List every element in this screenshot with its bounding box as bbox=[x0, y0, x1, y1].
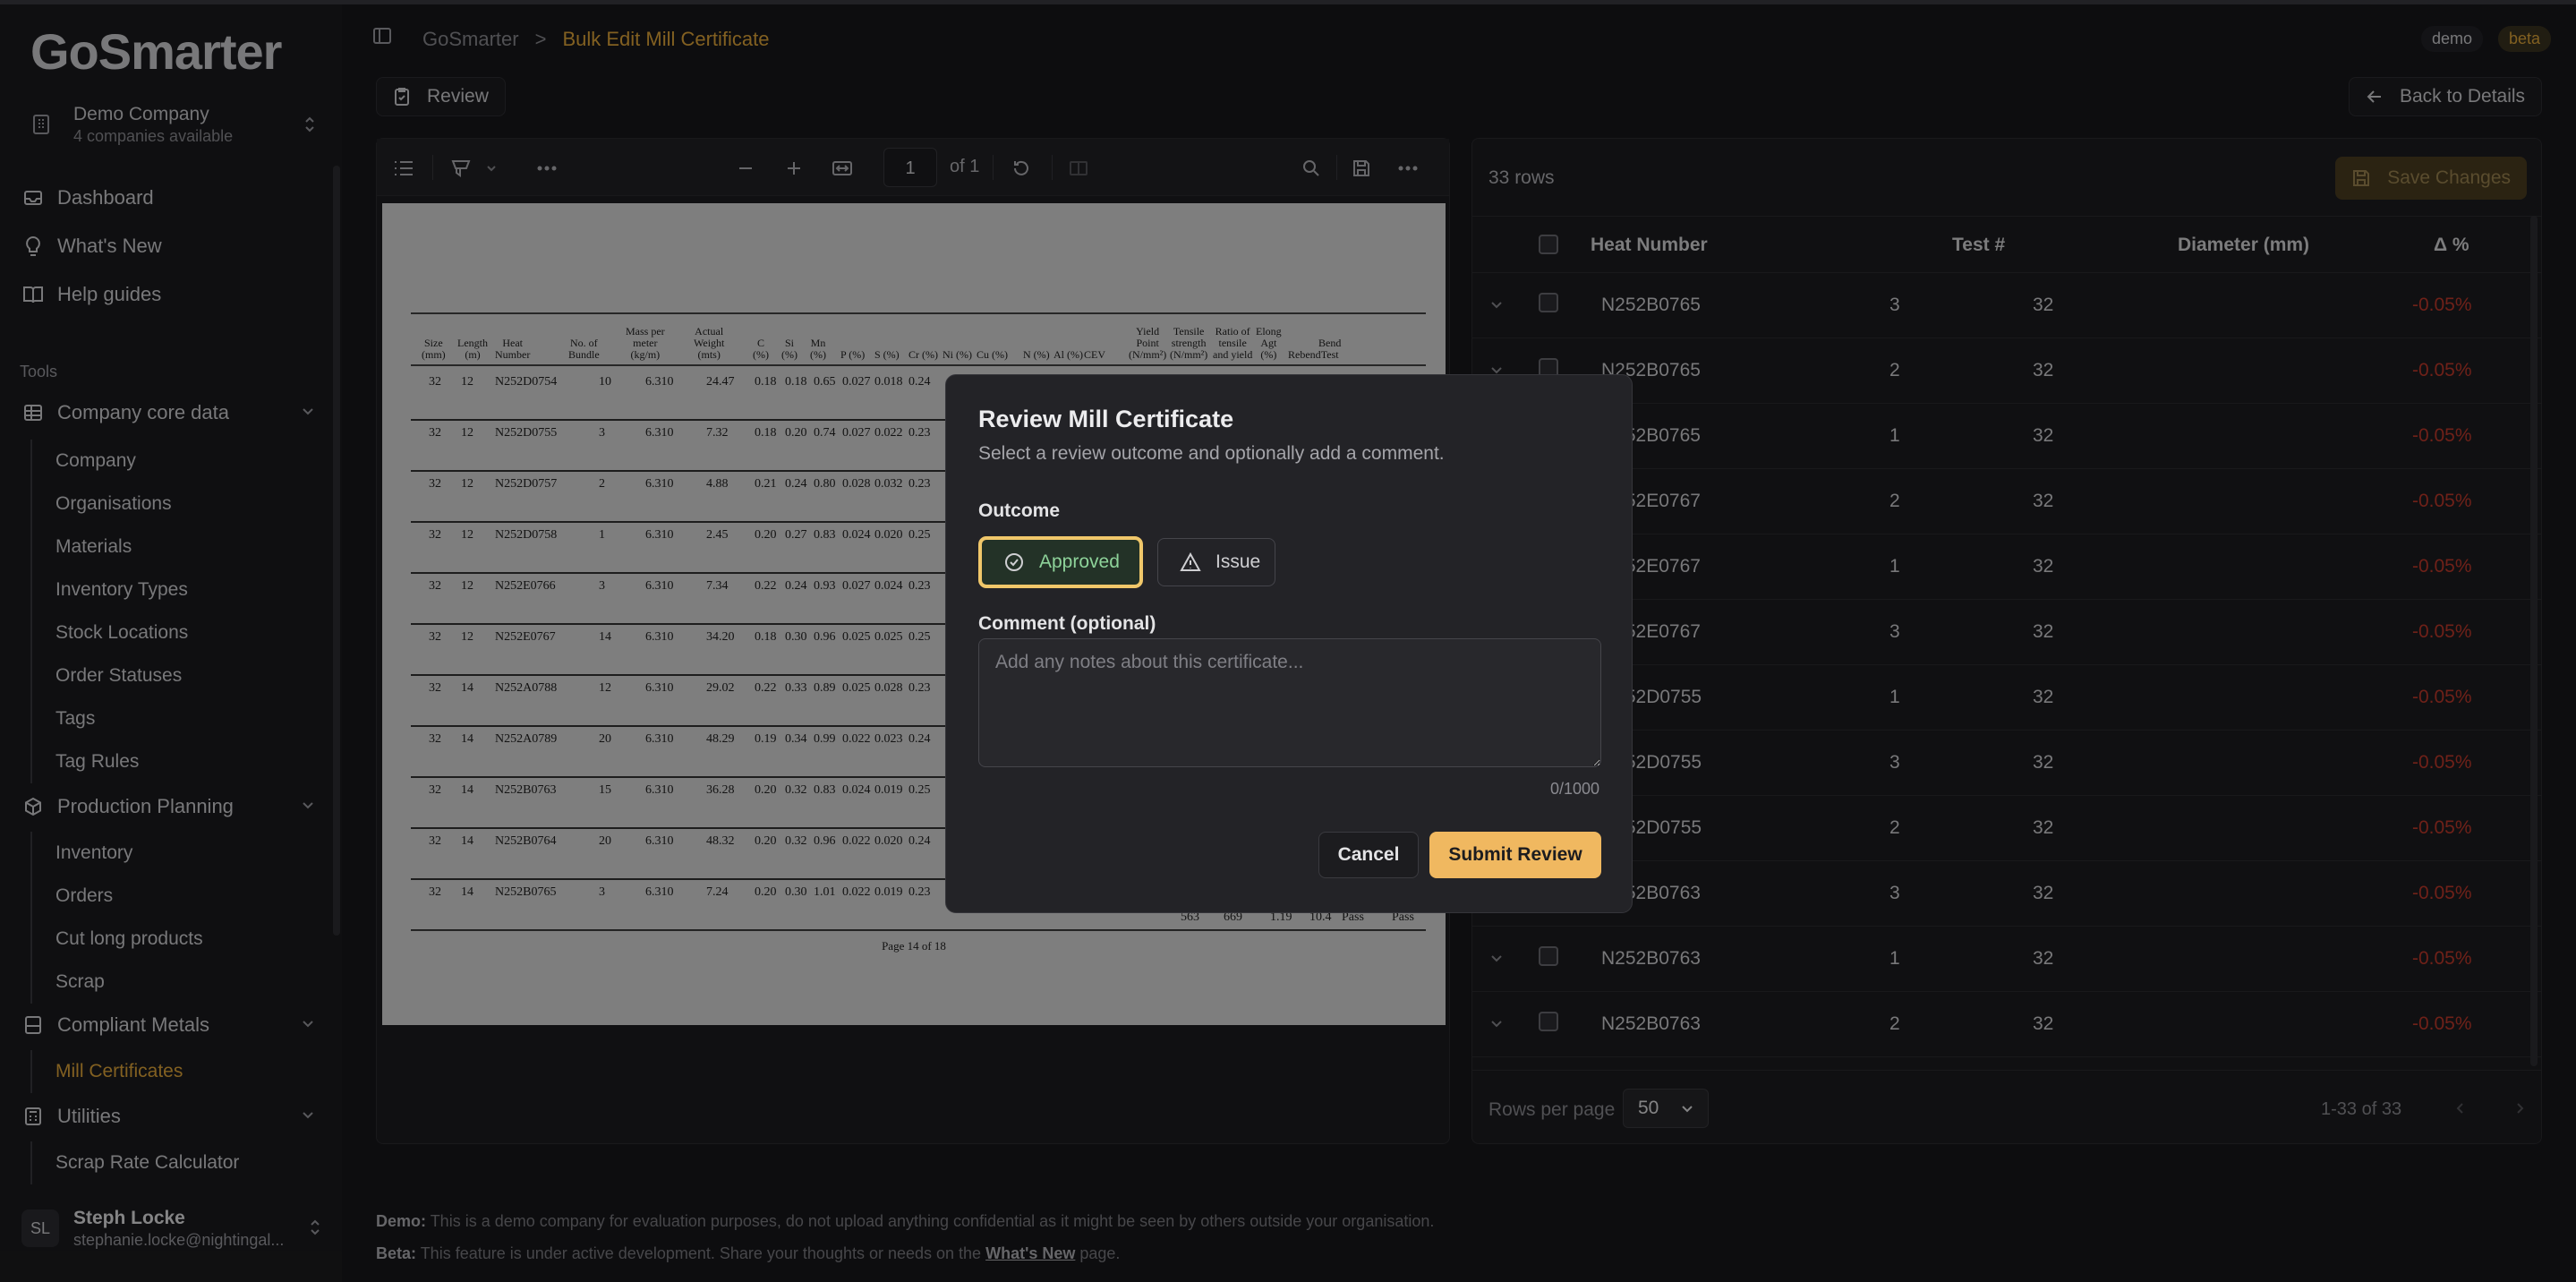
submit-review-button[interactable]: Submit Review bbox=[1429, 832, 1601, 878]
dialog-title: Review Mill Certificate bbox=[978, 406, 1234, 432]
alert-triangle-icon bbox=[1180, 552, 1201, 572]
check-circle-icon bbox=[1003, 551, 1025, 573]
cancel-button[interactable]: Cancel bbox=[1318, 832, 1419, 878]
dialog-description: Select a review outcome and optionally a… bbox=[978, 443, 1445, 464]
comment-textarea[interactable] bbox=[978, 638, 1601, 767]
outcome-approved-option[interactable]: Approved bbox=[978, 536, 1143, 588]
comment-char-count: 0/1000 bbox=[1549, 780, 1599, 798]
outcome-issue-option[interactable]: Issue bbox=[1157, 538, 1275, 586]
outcome-label: Outcome bbox=[978, 500, 1061, 521]
comment-label: Comment (optional) bbox=[978, 613, 1156, 634]
review-dialog: Review Mill Certificate Select a review … bbox=[945, 374, 1633, 913]
